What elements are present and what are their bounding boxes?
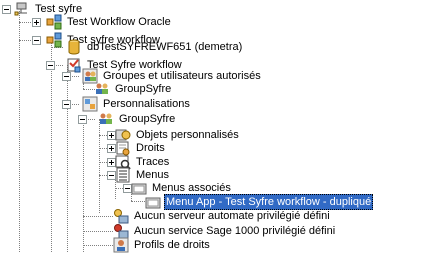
collapse-toggle[interactable] xyxy=(32,36,41,45)
customization-icon xyxy=(82,96,98,112)
tree-node-label: GroupSyfre xyxy=(119,113,176,125)
workflow-icon xyxy=(46,32,62,48)
network-server-icon xyxy=(14,1,30,17)
application-icon xyxy=(66,57,82,73)
tree-node-test-workflow-oracle[interactable]: Test Workflow Oracle xyxy=(32,13,173,31)
collapse-toggle[interactable] xyxy=(78,115,87,124)
tree-node-label: dbTestSYFREWF651 (demetra) xyxy=(87,41,243,53)
tree-node-label: Profils de droits xyxy=(134,239,210,251)
collapse-toggle[interactable] xyxy=(2,5,11,14)
database-icon xyxy=(66,39,82,55)
tree-view[interactable]: Test syfre Test Workflow Oracle Test syf… xyxy=(0,0,424,254)
group-icon xyxy=(98,111,114,127)
expand-toggle[interactable] xyxy=(32,18,41,27)
profiles-icon xyxy=(113,237,129,253)
menus-icon xyxy=(115,167,131,183)
tree-node-label: Test Workflow Oracle xyxy=(67,16,171,28)
collapse-toggle[interactable] xyxy=(62,100,71,109)
collapse-toggle[interactable] xyxy=(46,61,55,70)
tree-node-profils-droits[interactable]: Profils de droits xyxy=(113,236,212,254)
tree-node-database[interactable]: dbTestSYFREWF651 (demetra) xyxy=(66,38,244,56)
collapse-toggle[interactable] xyxy=(62,72,71,81)
workflow-icon xyxy=(46,14,62,30)
